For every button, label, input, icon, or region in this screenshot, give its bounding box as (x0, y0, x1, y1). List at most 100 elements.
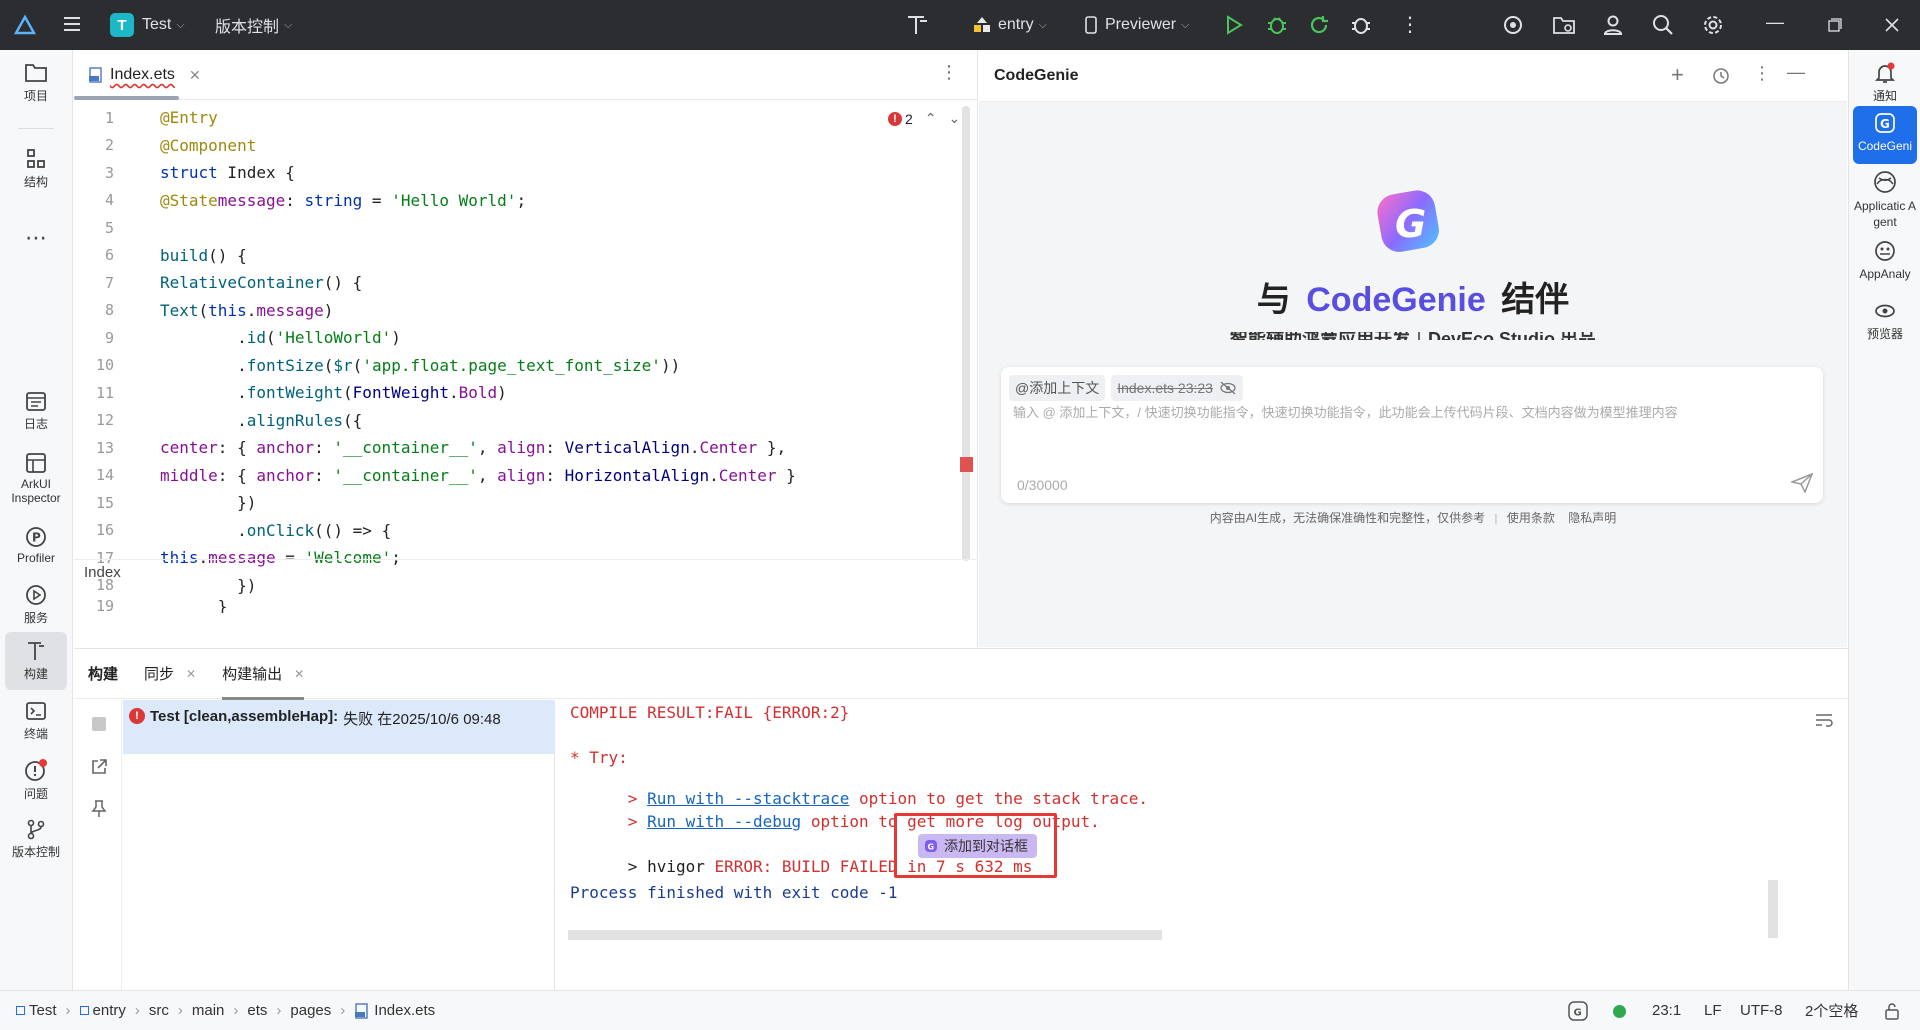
hot-reload-icon[interactable] (1308, 14, 1330, 36)
line-number: 2 (104, 136, 114, 155)
sidebar-item-structure[interactable]: 结构 (5, 148, 67, 190)
tab-close-icon[interactable]: ✕ (189, 67, 201, 84)
open-external-icon[interactable] (90, 758, 108, 776)
sidebar-more-button[interactable]: ⋯ (5, 225, 67, 251)
sidebar-item-terminal[interactable]: 终端 (5, 700, 67, 742)
settings-gear-icon[interactable] (1702, 14, 1724, 36)
debug-icon[interactable] (1266, 14, 1288, 36)
debug-link[interactable]: Run with --debug (647, 812, 801, 831)
sidebar-item-label: Applicatic Agent (1853, 199, 1917, 229)
sidebar-item-project[interactable]: 项目 (5, 62, 67, 104)
vcs-selector[interactable]: 版本控制 ⌵ (215, 0, 292, 50)
build-tool-window: 构建 同步 ✕ 构建输出 ✕ ! Test [clean,assembleHap… (74, 648, 1848, 991)
caret-position[interactable]: 23:1 (1652, 1002, 1681, 1019)
code-lines[interactable]: 1 @Entry 2 @Component 3 struct Index { 4 @S… (74, 104, 978, 613)
code-line: 15 }) (74, 489, 978, 517)
tab-index-ets[interactable]: Index.ets ✕ (88, 66, 201, 84)
add-to-chat-button[interactable]: G 添加到对话框 (918, 834, 1037, 858)
editor-more-icon[interactable]: ⋮ (940, 62, 958, 83)
chat-input-placeholder[interactable]: 输入 @ 添加上下文，/ 快速切换功能指令，快速切换功能指令，此功能会上传代码片… (1013, 402, 1813, 421)
path-segment[interactable]: entry (93, 1002, 126, 1019)
pin-icon[interactable] (91, 800, 107, 818)
breadcrumb-item[interactable]: Index (84, 564, 121, 581)
chat-input-box[interactable]: @添加上下文 Index.ets 23:23 输入 @ 添加上下文，/ 快速切换… (1001, 367, 1823, 503)
sidebar-item-label: 项目 (23, 89, 48, 103)
chevron-right-icon: › (177, 1002, 183, 1019)
history-icon[interactable] (1712, 67, 1730, 85)
tab-build-output[interactable]: 构建输出 ✕ (222, 649, 305, 700)
soft-wrap-icon[interactable] (1814, 712, 1834, 728)
run-config-selector[interactable]: entry ⌵ (972, 0, 1047, 50)
sidebar-item-appanalyzer[interactable]: AppAnaly (1853, 240, 1917, 282)
tab-close-icon[interactable]: ✕ (186, 667, 196, 681)
file-context-chip[interactable]: Index.ets 23:23 (1111, 375, 1243, 401)
codegenie-minimize-icon[interactable]: — (1787, 62, 1805, 83)
add-context-chip[interactable]: @添加上下文 (1009, 375, 1106, 401)
codegenie-status-icon[interactable]: G (1568, 1001, 1588, 1021)
minimize-window-icon[interactable]: — (1766, 12, 1784, 33)
tab-label: 构建输出 (222, 666, 283, 683)
tab-sync[interactable]: 同步 ✕ (144, 649, 196, 699)
restore-window-icon[interactable] (1828, 18, 1842, 32)
search-icon[interactable] (1652, 14, 1674, 36)
tab-close-icon[interactable]: ✕ (294, 667, 304, 681)
sidebar-item-application-agent[interactable]: Applicatic Agent (1853, 170, 1917, 230)
sidebar-item-build[interactable]: 构建 (5, 632, 67, 690)
privacy-link[interactable]: 隐私声明 (1568, 511, 1616, 525)
terms-link[interactable]: 使用条款 (1507, 511, 1555, 525)
editor-scrollbar[interactable] (962, 106, 970, 561)
new-chat-icon[interactable]: + (1671, 62, 1684, 88)
project-selector[interactable]: T Test ⌵ (110, 0, 185, 50)
code-line: 13 center: { anchor: '__container__', al… (74, 434, 978, 462)
sidebar-item-vcs[interactable]: 版本控制 (5, 818, 67, 860)
eye-off-icon[interactable] (1219, 381, 1237, 395)
codegenie-panel: CodeGenie + ⋮ — G 与 CodeGenie 结伴 智能辅助鸿蒙应… (979, 50, 1847, 647)
account-icon[interactable] (1602, 14, 1624, 36)
sidebar-item-problems[interactable]: 问题 (5, 758, 67, 802)
error-marker[interactable] (960, 457, 973, 472)
tab-build[interactable]: 构建 (88, 649, 118, 699)
sidebar-item-services[interactable]: 服务 (5, 584, 67, 626)
sidebar-item-notifications[interactable]: 通知 (1853, 62, 1917, 104)
build-hammer-icon[interactable] (905, 13, 931, 37)
path-segment[interactable]: Index.ets (374, 1002, 435, 1019)
codegenie-more-icon[interactable]: ⋮ (1753, 63, 1771, 84)
line-separator[interactable]: LF (1704, 1002, 1722, 1019)
close-window-icon[interactable] (1884, 17, 1900, 33)
path-segment[interactable]: src (149, 1002, 169, 1019)
main-menu-icon[interactable] (62, 14, 82, 34)
build-task-row[interactable]: ! Test [clean,assembleHap]: 失败 在2025/10/… (123, 700, 555, 754)
console-vertical-scrollbar[interactable] (1768, 880, 1778, 938)
svg-text:P: P (32, 531, 41, 545)
run-icon[interactable] (1224, 15, 1244, 35)
phone-icon (1085, 16, 1097, 34)
stop-icon[interactable] (92, 717, 106, 731)
build-output-console[interactable]: COMPILE RESULT:FAIL {ERROR:2} * Try: > R… (556, 700, 1796, 991)
project-name: Test (142, 16, 172, 33)
sidebar-item-previewer[interactable]: 预览器 (1853, 300, 1917, 342)
sidebar-item-log[interactable]: 日志 (5, 390, 67, 432)
services-play-icon (26, 585, 46, 605)
lock-icon[interactable] (1884, 1002, 1900, 1020)
path-segment[interactable]: main (192, 1002, 225, 1019)
sidebar-item-codegenie[interactable]: G CodeGeni (1853, 106, 1917, 164)
path-segment[interactable]: Test (29, 1002, 57, 1019)
sidebar-item-profiler[interactable]: P Profiler (5, 526, 67, 565)
sidebar-item-arkui-inspector[interactable]: ArkUI Inspector (5, 452, 67, 505)
more-actions-icon[interactable]: ⋮ (1400, 12, 1420, 37)
console-horizontal-scrollbar[interactable] (568, 930, 1162, 940)
status-indicator-dot[interactable] (1613, 1005, 1626, 1018)
device-selector[interactable]: Previewer ⌵ (1085, 0, 1189, 50)
build-toolbar (74, 700, 122, 991)
device-label: Previewer (1105, 16, 1177, 33)
path-segment[interactable]: ets (247, 1002, 267, 1019)
folder-search-icon[interactable] (1552, 14, 1576, 36)
attach-debugger-icon[interactable] (1350, 14, 1372, 36)
bell-icon (1874, 62, 1896, 83)
device-manager-icon[interactable] (1502, 14, 1524, 36)
send-icon[interactable] (1791, 473, 1813, 493)
indent-setting[interactable]: 2个空格 (1805, 1000, 1858, 1021)
task-status: 失败 在2025/10/6 09:48 (343, 711, 501, 728)
file-encoding[interactable]: UTF-8 (1740, 1002, 1783, 1019)
path-segment[interactable]: pages (290, 1002, 331, 1019)
